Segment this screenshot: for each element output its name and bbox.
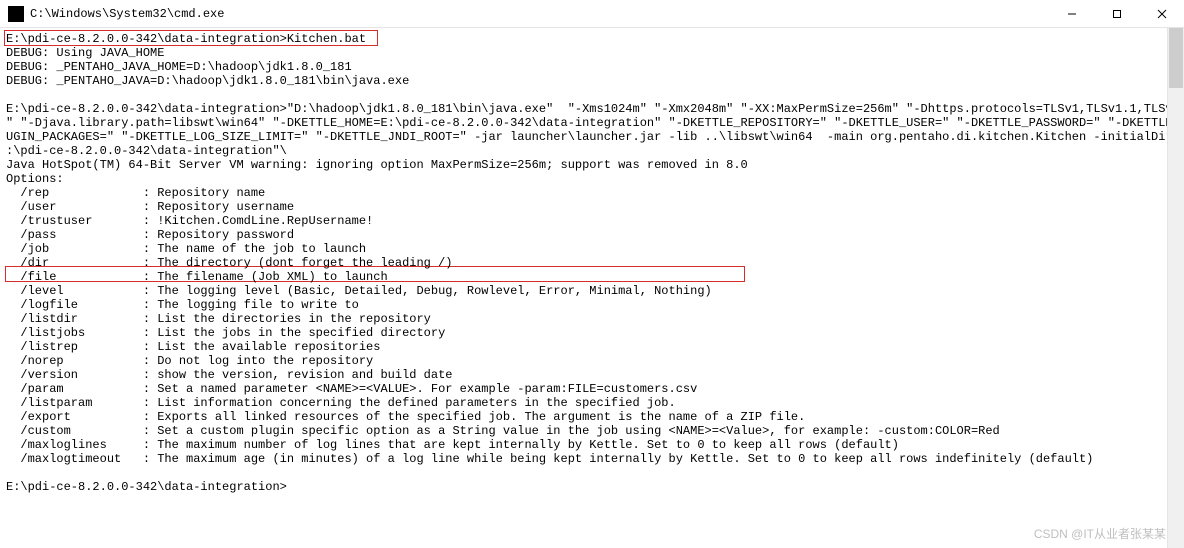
scrollbar-thumb[interactable] [1169, 28, 1183, 88]
window-title: C:\Windows\System32\cmd.exe [30, 7, 224, 21]
prompt-end: E:\pdi-ce-8.2.0.0-342\data-integration> [6, 480, 287, 494]
maximize-button[interactable] [1094, 0, 1139, 28]
terminal-output[interactable]: E:\pdi-ce-8.2.0.0-342\data-integration>K… [0, 28, 1184, 498]
title-left: C:\Windows\System32\cmd.exe [8, 6, 224, 22]
exec-block: E:\pdi-ce-8.2.0.0-342\data-integration>"… [6, 102, 1184, 158]
debug-line: DEBUG: Using JAVA_HOME [6, 46, 164, 60]
close-button[interactable] [1139, 0, 1184, 28]
debug-line: DEBUG: _PENTAHO_JAVA=D:\hadoop\jdk1.8.0_… [6, 74, 409, 88]
watermark: CSDN @IT从业者张某某 [1034, 525, 1166, 542]
titlebar: C:\Windows\System32\cmd.exe [0, 0, 1184, 28]
prompt-line: E:\pdi-ce-8.2.0.0-342\data-integration>K… [6, 32, 366, 46]
hotspot-warning: Java HotSpot(TM) 64-Bit Server VM warnin… [6, 158, 748, 172]
cmd-icon [8, 6, 24, 22]
debug-line: DEBUG: _PENTAHO_JAVA_HOME=D:\hadoop\jdk1… [6, 60, 352, 74]
minimize-button[interactable] [1049, 0, 1094, 28]
options-header: Options: [6, 172, 64, 186]
window-controls [1049, 0, 1184, 27]
options-list: /rep : Repository name /user : Repositor… [6, 186, 1093, 466]
scrollbar[interactable] [1167, 28, 1184, 548]
